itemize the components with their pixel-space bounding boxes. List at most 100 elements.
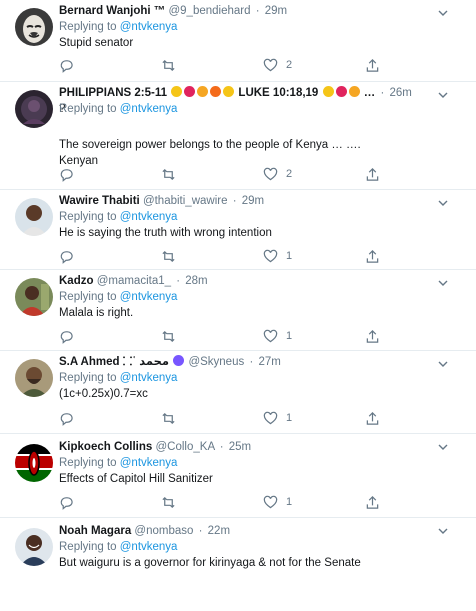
reply-button[interactable]	[59, 166, 74, 182]
mention-link[interactable]: @ntvkenya	[120, 541, 178, 553]
user-handle[interactable]: @mamacita1_	[97, 275, 171, 287]
reply-button[interactable]	[59, 248, 74, 264]
mention-link[interactable]: @ntvkenya	[120, 21, 178, 33]
user-handle[interactable]: @Skyneus	[188, 356, 244, 368]
share-button[interactable]	[365, 410, 380, 426]
share-icon	[366, 249, 379, 263]
chevron-down-icon[interactable]	[436, 6, 450, 20]
display-name[interactable]: Kipkoech Collins	[59, 441, 152, 453]
user-handle[interactable]: @9_bendiehard	[168, 5, 250, 17]
mention-link[interactable]: @ntvkenya	[120, 211, 178, 223]
like-count: 2	[286, 168, 293, 180]
timestamp[interactable]: 29m	[265, 5, 287, 17]
tweet-actions: 1	[59, 410, 389, 426]
chevron-down-icon[interactable]	[436, 357, 450, 371]
like-button[interactable]: 2	[263, 166, 292, 182]
like-icon	[263, 411, 278, 424]
display-name[interactable]: Kadzo	[59, 275, 94, 287]
retweet-button[interactable]	[161, 494, 176, 510]
avatar[interactable]	[15, 359, 53, 397]
display-name[interactable]: PHILIPPIANS 2:5-11	[59, 87, 167, 99]
share-icon	[366, 495, 379, 509]
retweet-button[interactable]	[161, 410, 176, 426]
share-button[interactable]	[365, 328, 380, 344]
chevron-down-icon[interactable]	[436, 276, 450, 290]
mention-link[interactable]: @ntvkenya	[120, 291, 178, 303]
timestamp[interactable]: 27m	[258, 356, 280, 368]
tweet-header: Noah Magara @nombaso · 22m	[59, 525, 231, 537]
retweet-button[interactable]	[161, 57, 176, 73]
tweet[interactable]: Kipkoech Collins @Collo_KA · 25m Replyin…	[0, 434, 476, 518]
chevron-down-icon[interactable]	[436, 88, 450, 102]
tweet[interactable]: Wawire Thabiti @thabiti_wawire · 29m Rep…	[0, 190, 476, 270]
like-button[interactable]: 1	[263, 248, 292, 264]
like-count: 1	[286, 412, 293, 424]
display-name[interactable]: Noah Magara	[59, 525, 131, 537]
lightning-emoji-icon	[197, 86, 209, 97]
tweet[interactable]: Kadzo @mamacita1_ · 28m Replying to @ntv…	[0, 270, 476, 351]
tweet[interactable]: Noah Magara @nombaso · 22m Replying to @…	[0, 518, 476, 600]
tweet[interactable]: Bernard Wanjohi ™ @9_bendiehard · 29m Re…	[0, 0, 476, 82]
tweet[interactable]: S.A Ahmed ⸬ʿ محمد @Skyneus · 27m Replyin…	[0, 351, 476, 434]
tweet[interactable]: PHILIPPIANS 2:5-11 LUKE 10:18,19 … · 26m…	[0, 82, 476, 190]
next-tweet-peek	[0, 600, 476, 611]
share-button[interactable]	[365, 248, 380, 264]
tweet-text: Stupid senator	[59, 37, 134, 49]
user-handle[interactable]: @nombaso	[134, 525, 193, 537]
reply-button[interactable]	[59, 410, 74, 426]
tweet-text: The sovereign power belongs to the peopl…	[59, 139, 361, 151]
mention-link[interactable]: @ntvkenya	[120, 103, 178, 115]
share-icon	[366, 167, 379, 181]
display-name[interactable]: Bernard Wanjohi ™	[59, 5, 165, 17]
like-button[interactable]: 1	[263, 328, 292, 344]
reply-button[interactable]	[59, 328, 74, 344]
tweet-actions: 1	[59, 494, 389, 510]
like-icon	[263, 249, 278, 262]
like-button[interactable]: 2	[263, 57, 292, 73]
like-icon	[263, 495, 278, 508]
timestamp[interactable]: 28m	[185, 275, 207, 287]
burst-emoji-icon	[335, 86, 347, 97]
timestamp[interactable]: 22m	[208, 525, 230, 537]
tweet-header: PHILIPPIANS 2:5-11 LUKE 10:18,19 … · 26m	[59, 86, 412, 99]
share-button[interactable]	[365, 494, 380, 510]
reply-button[interactable]	[59, 494, 74, 510]
timestamp[interactable]: 26m	[389, 87, 411, 99]
avatar[interactable]	[15, 90, 53, 128]
like-button[interactable]: 1	[263, 410, 292, 426]
retweet-button[interactable]	[161, 166, 176, 182]
mention-link[interactable]: @ntvkenya	[120, 372, 178, 384]
avatar[interactable]	[15, 528, 53, 566]
share-button[interactable]	[365, 57, 380, 73]
avatar[interactable]	[15, 198, 53, 236]
timestamp[interactable]: 25m	[229, 441, 251, 453]
chevron-down-icon[interactable]	[436, 524, 450, 538]
fist-emoji-icon	[223, 86, 235, 97]
display-name[interactable]: Wawire Thabiti	[59, 195, 140, 207]
tweet-text: He is saying the truth with wrong intent…	[59, 227, 272, 239]
mention-link[interactable]: @ntvkenya	[120, 457, 178, 469]
lightning-emoji-icon	[348, 86, 360, 97]
display-name[interactable]: S.A Ahmed	[59, 356, 120, 368]
user-handle[interactable]: @Collo_KA	[156, 441, 215, 453]
chevron-down-icon[interactable]	[436, 196, 450, 210]
avatar[interactable]	[15, 278, 53, 316]
avatar[interactable]	[15, 444, 53, 482]
like-button[interactable]: 1	[263, 494, 292, 510]
replying-to: Replying to @ntvkenya	[59, 21, 178, 33]
retweet-button[interactable]	[161, 248, 176, 264]
share-icon	[366, 411, 379, 425]
retweet-icon	[162, 496, 175, 508]
share-button[interactable]	[365, 166, 380, 182]
replying-to: Replying to @ntvkenya	[59, 541, 178, 553]
fire-emoji-icon	[210, 86, 222, 97]
retweet-icon	[162, 330, 175, 342]
timestamp[interactable]: 29m	[242, 195, 264, 207]
tweet-actions: 2	[59, 166, 389, 182]
avatar[interactable]	[15, 8, 53, 46]
user-handle[interactable]: @thabiti_wawire	[143, 195, 228, 207]
reply-button[interactable]	[59, 57, 74, 73]
retweet-button[interactable]	[161, 328, 176, 344]
chevron-down-icon[interactable]	[436, 440, 450, 454]
replying-to: Replying to @ntvkenya	[59, 291, 178, 303]
